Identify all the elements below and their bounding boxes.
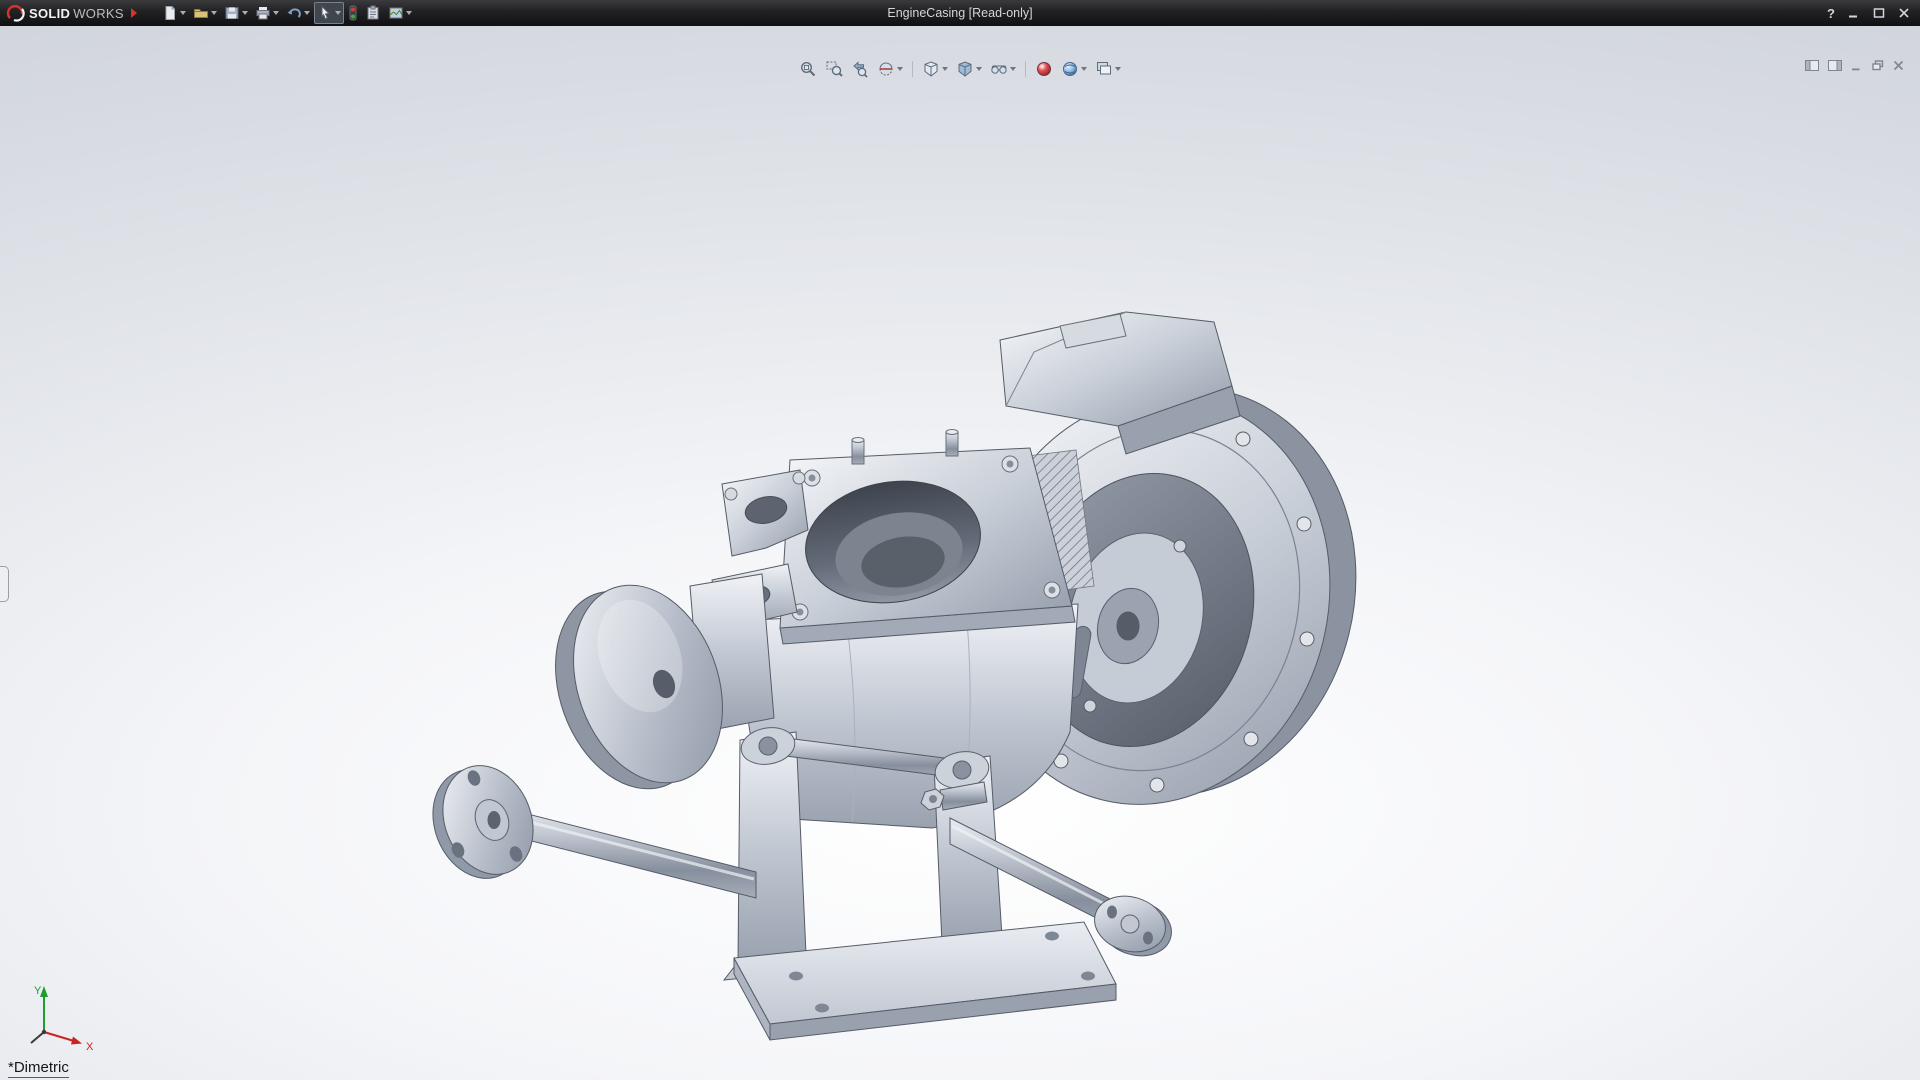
dropdown-caret-icon xyxy=(406,11,412,15)
triad-y-label: Y xyxy=(34,985,42,997)
main-toolbar xyxy=(159,2,415,24)
section-view-button[interactable] xyxy=(874,58,906,80)
brand-text-bold: SOLID xyxy=(29,6,70,21)
featuremanager-flyout-tab[interactable] xyxy=(0,566,9,602)
display-pane-toggle-button[interactable] xyxy=(1828,60,1842,71)
save-button[interactable] xyxy=(221,2,251,24)
dropdown-caret-icon xyxy=(976,67,982,71)
triad-x-label: X xyxy=(86,1041,94,1053)
menu-expand-arrow[interactable] xyxy=(131,8,137,18)
zoom-to-area-button[interactable] xyxy=(822,58,846,80)
window-controls: ? xyxy=(1827,6,1914,21)
bore-flange[interactable] xyxy=(780,430,1075,645)
help-button[interactable]: ? xyxy=(1827,6,1835,21)
select-tool-button[interactable] xyxy=(314,2,344,24)
maximize-button[interactable] xyxy=(1873,7,1885,19)
triad-z-axis xyxy=(31,1032,44,1043)
dropdown-caret-icon xyxy=(211,11,217,15)
maximize-icon xyxy=(1873,7,1885,19)
triad-origin xyxy=(42,1030,46,1034)
featuremanager-pane-toggle-button[interactable] xyxy=(1805,60,1819,71)
dassault-3ds-logo-icon xyxy=(6,5,26,22)
previous-view-button[interactable] xyxy=(848,58,872,80)
options-scene-icon xyxy=(388,5,404,21)
open-folder-icon xyxy=(193,5,209,21)
zoom-to-fit-button[interactable] xyxy=(796,58,820,80)
triad-x-axis xyxy=(44,1032,74,1041)
apply-scene-button[interactable] xyxy=(1058,58,1090,80)
dropdown-caret-icon xyxy=(304,11,310,15)
dropdown-caret-icon xyxy=(1115,67,1121,71)
hide-show-items-glasses-icon xyxy=(990,60,1008,78)
select-cursor-icon xyxy=(317,5,333,21)
minimize-button[interactable] xyxy=(1848,7,1860,19)
triad-x-arrowhead xyxy=(71,1037,82,1045)
dropdown-caret-icon xyxy=(942,67,948,71)
view-settings-button[interactable] xyxy=(1092,58,1124,80)
view-settings-icon xyxy=(1095,60,1113,78)
front-mounting-rod[interactable] xyxy=(417,752,756,898)
doc-close-icon xyxy=(1893,60,1904,71)
brand-text-light: WORKS xyxy=(73,6,124,21)
dropdown-caret-icon xyxy=(897,67,903,71)
dropdown-caret-icon xyxy=(1081,67,1087,71)
previous-view-icon xyxy=(851,60,869,78)
view-orientation-button[interactable] xyxy=(919,58,951,80)
view-orientation-cube-icon xyxy=(922,60,940,78)
stoplight-icon xyxy=(348,5,358,21)
hide-show-items-button[interactable] xyxy=(987,58,1019,80)
toolbar-separator xyxy=(912,61,913,77)
zoom-to-fit-icon xyxy=(799,60,817,78)
doc-restore-button[interactable] xyxy=(1872,60,1884,71)
options-button[interactable] xyxy=(385,2,415,24)
engine-casing-model[interactable] xyxy=(0,26,1920,1080)
print-icon xyxy=(255,5,271,21)
title-bar: SOLIDWORKS xyxy=(0,0,1920,26)
stoplight-button[interactable] xyxy=(345,2,361,24)
toolbar-separator xyxy=(1025,61,1026,77)
dropdown-caret-icon xyxy=(242,11,248,15)
display-style-button[interactable] xyxy=(953,58,985,80)
properties-button[interactable] xyxy=(362,2,384,24)
doc-minimize-icon xyxy=(1851,61,1863,71)
undo-button[interactable] xyxy=(283,2,313,24)
view-orientation-label: *Dimetric xyxy=(8,1059,69,1078)
doc-close-button[interactable] xyxy=(1893,60,1904,71)
document-window-controls xyxy=(1805,60,1904,71)
zoom-to-area-icon xyxy=(825,60,843,78)
left-end-disc[interactable] xyxy=(529,564,774,810)
dropdown-caret-icon xyxy=(273,11,279,15)
dropdown-caret-icon xyxy=(1010,67,1016,71)
solidworks-logo: SOLIDWORKS xyxy=(6,5,124,22)
properties-clipboard-icon xyxy=(365,5,381,21)
doc-restore-icon xyxy=(1872,60,1884,71)
edit-appearance-ball-icon xyxy=(1035,60,1053,78)
dropdown-caret-icon xyxy=(180,11,186,15)
edit-appearance-button[interactable] xyxy=(1032,58,1056,80)
close-icon xyxy=(1898,7,1910,19)
undo-icon xyxy=(286,5,302,21)
print-button[interactable] xyxy=(252,2,282,24)
doc-minimize-button[interactable] xyxy=(1851,61,1863,71)
display-style-cube-icon xyxy=(956,60,974,78)
close-button[interactable] xyxy=(1898,7,1910,19)
pane-left-icon xyxy=(1805,60,1819,71)
pane-right-icon xyxy=(1828,60,1842,71)
minimize-icon xyxy=(1848,7,1860,19)
new-document-button[interactable] xyxy=(159,2,189,24)
graphics-viewport[interactable]: Y X *Dimetric xyxy=(0,26,1920,1080)
reference-triad: Y X xyxy=(14,980,104,1060)
heads-up-view-toolbar xyxy=(796,58,1124,80)
save-icon xyxy=(224,5,240,21)
new-document-icon xyxy=(162,5,178,21)
dropdown-caret-icon xyxy=(335,11,341,15)
open-button[interactable] xyxy=(190,2,220,24)
apply-scene-globe-icon xyxy=(1061,60,1079,78)
section-view-icon xyxy=(877,60,895,78)
